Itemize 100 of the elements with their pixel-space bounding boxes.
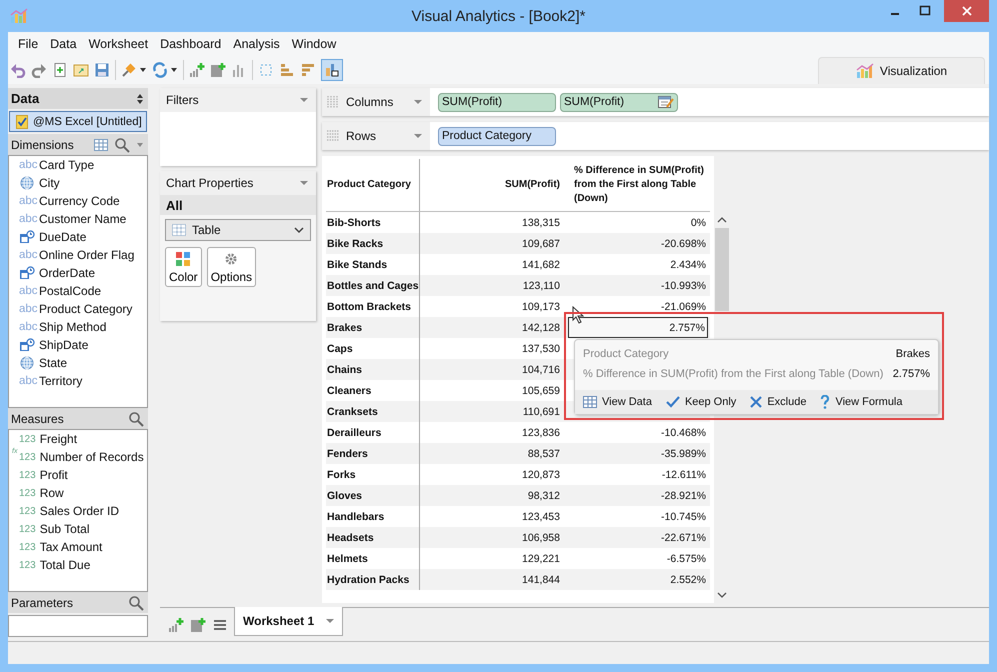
measure-field[interactable]: 123 Profit xyxy=(9,466,147,484)
text-type-icon: abc xyxy=(19,249,35,261)
field-pill[interactable]: Product Category xyxy=(438,126,556,146)
profit-cell-text: 104,716 xyxy=(521,364,561,376)
percent-cell[interactable]: 2.757% xyxy=(568,317,708,338)
category-cell: Fenders xyxy=(326,443,420,464)
measure-field[interactable]: 123 Sales Order ID xyxy=(9,502,147,520)
profit-cell-text: 138,315 xyxy=(521,216,561,228)
profit-cell-text: 141,682 xyxy=(521,258,561,270)
data-panel-title: Data xyxy=(11,91,40,106)
percent-cell[interactable]: 2.552% xyxy=(568,569,708,590)
dimensions-title: Dimensions xyxy=(11,138,74,152)
profit-cell-text: 105,659 xyxy=(521,384,561,396)
tooltip-field-value: 2.757% xyxy=(892,368,930,380)
dimension-field[interactable]: abcShip Method xyxy=(9,318,147,336)
profit-cell-text: 120,873 xyxy=(521,468,561,480)
dimension-field[interactable]: abcCustomer Name xyxy=(9,210,147,228)
window-title: Visual Analytics - [Book2]* xyxy=(412,8,586,25)
menu-item[interactable]: Worksheet xyxy=(82,37,154,51)
menu-item[interactable]: Data xyxy=(44,37,83,51)
visualization-tab[interactable]: Visualization xyxy=(818,57,985,84)
dimension-field[interactable]: OrderDate xyxy=(9,264,147,282)
dimension-field[interactable]: abc Product Category xyxy=(9,300,147,318)
measures-title: Measures xyxy=(11,412,64,426)
field-pill[interactable]: SUM(Profit) xyxy=(560,92,678,112)
profit-cell-text: 88,537 xyxy=(526,448,561,460)
text-type-icon: abc xyxy=(19,303,35,315)
text-type-icon: abc xyxy=(19,213,35,225)
worksheet-tab[interactable]: Worksheet 1 xyxy=(234,607,344,636)
dimension-field[interactable]: abc PostalCode xyxy=(9,282,147,300)
parameters-title: Parameters xyxy=(11,596,74,610)
tooltip-action[interactable]: View Formula xyxy=(820,395,902,409)
measure-field[interactable]: 123 Freight xyxy=(9,430,147,448)
dimension-field[interactable]: abcTerritory xyxy=(9,372,147,390)
percent-cell[interactable]: -22.671% xyxy=(568,527,708,548)
data-source-item[interactable]: @MS Excel [Untitled] xyxy=(9,111,147,132)
profit-cell-text: 137,530 xyxy=(521,342,561,354)
measure-field[interactable]: 123 Row xyxy=(9,484,147,502)
category-cell: Bottles and Cages xyxy=(326,275,420,296)
measure-field[interactable]: 123 Tax Amount xyxy=(9,538,147,556)
dimension-field[interactable]: abcOnline Order Flag xyxy=(9,246,147,264)
measure-field[interactable]: 123 Sub Total xyxy=(9,520,147,538)
text-type-icon: abc xyxy=(19,321,35,333)
marks-all-tab[interactable]: All xyxy=(160,195,316,215)
options-button[interactable]: Options xyxy=(206,247,256,287)
percent-cell[interactable]: -20.698% xyxy=(568,233,708,254)
profit-cell-text: 129,221 xyxy=(521,552,561,564)
table-row[interactable]: Headsets 106,958 -22.671% xyxy=(326,527,710,548)
table-row[interactable]: Gloves 98,312 -28.921% xyxy=(326,485,710,506)
category-cell: Cranksets xyxy=(326,401,420,422)
percent-cell[interactable]: -10.745% xyxy=(568,506,708,527)
color-button[interactable]: Color xyxy=(165,247,202,287)
rows-label: Rows xyxy=(346,129,378,143)
profit-cell-text: 109,687 xyxy=(521,238,561,250)
percent-cell[interactable]: -28.921% xyxy=(568,485,708,506)
category-cell: Headsets xyxy=(326,527,420,548)
category-cell: Bike Racks xyxy=(326,233,420,254)
menu-item[interactable]: Analysis xyxy=(227,37,286,51)
number-type-icon: 123 xyxy=(19,542,36,552)
percent-cell[interactable]: -10.993% xyxy=(568,275,708,296)
measure-field[interactable]: 123 Total Due xyxy=(9,556,147,574)
column-header: Product Category xyxy=(326,159,420,211)
profit-cell-text: 123,453 xyxy=(521,510,561,522)
category-cell: Chains xyxy=(326,359,420,380)
dimension-field[interactable]: DueDate xyxy=(9,228,147,246)
dimension-field[interactable]: State xyxy=(9,354,147,372)
field-pill[interactable]: SUM(Profit) xyxy=(438,92,556,112)
number-type-icon: 123 xyxy=(19,452,36,462)
menu-item[interactable]: File xyxy=(12,37,44,51)
table-row[interactable]: Bike Racks 109,687 -20.698% xyxy=(326,233,710,254)
profit-cell-text: 123,836 xyxy=(521,426,561,438)
table-row[interactable]: Brakes 142,128 2.757% xyxy=(326,317,710,338)
percent-cell[interactable]: -35.989% xyxy=(568,443,708,464)
tooltip-action[interactable]: Exclude xyxy=(750,395,806,409)
table-row[interactable]: Hydration Packs 141,844 2.552% xyxy=(326,569,710,590)
dimension-field[interactable]: abcCard Type xyxy=(9,156,147,174)
dimension-field[interactable]: City xyxy=(9,174,147,192)
percent-cell[interactable]: 0% xyxy=(568,212,708,233)
profit-cell-text: 106,958 xyxy=(521,532,561,544)
dimension-field[interactable]: ShipDate xyxy=(9,336,147,354)
dimension-field[interactable]: abcCurrency Code xyxy=(9,192,147,210)
percent-cell[interactable]: -6.575% xyxy=(568,548,708,569)
percent-cell[interactable]: 2.434% xyxy=(568,254,708,275)
menu-item[interactable]: Window xyxy=(286,37,342,51)
columns-label: Columns xyxy=(346,95,394,109)
profit-cell-text: 109,173 xyxy=(521,300,561,312)
table-row[interactable]: Bottles and Cages 123,110 -10.993% xyxy=(326,275,710,296)
category-cell: Brakes xyxy=(326,317,420,338)
category-cell: Hydration Packs xyxy=(326,569,420,590)
number-type-icon: 123 xyxy=(19,434,36,444)
tooltip-field-name: Product Category xyxy=(583,348,669,360)
number-type-icon: 123 xyxy=(19,506,36,516)
table-row[interactable]: Fenders 88,537 -35.989% xyxy=(326,443,710,464)
profit-cell-text: 98,312 xyxy=(526,490,561,502)
mark-type-dropdown[interactable]: Table xyxy=(165,219,311,241)
menu-item[interactable]: Dashboard xyxy=(154,37,228,51)
percent-cell[interactable]: -12.611% xyxy=(568,464,708,485)
percent-cell[interactable]: -10.468% xyxy=(568,422,708,443)
text-type-icon: abc xyxy=(19,159,35,171)
profit-cell-text: 110,691 xyxy=(522,406,561,418)
